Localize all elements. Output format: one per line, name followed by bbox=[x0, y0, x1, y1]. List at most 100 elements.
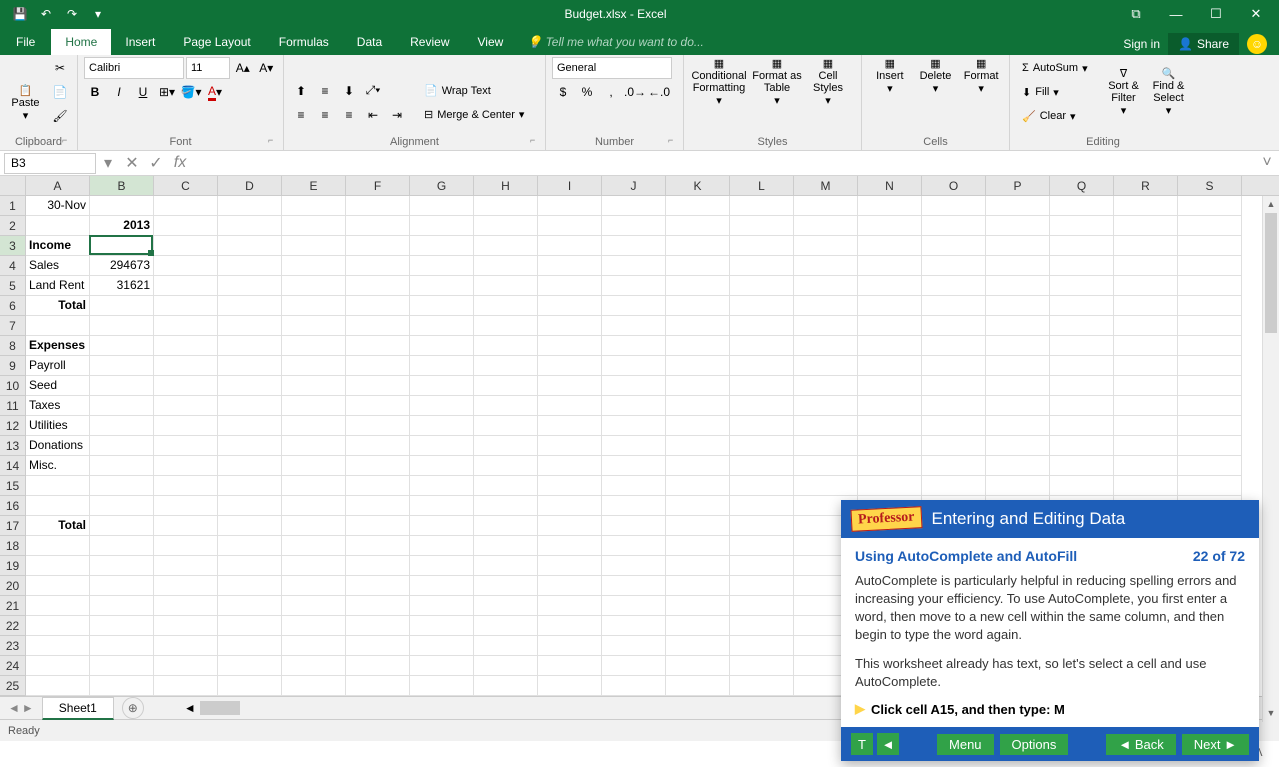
cell-K2[interactable] bbox=[666, 216, 730, 236]
cell-G18[interactable] bbox=[410, 536, 474, 556]
cell-E10[interactable] bbox=[282, 376, 346, 396]
cell-A10[interactable]: Seed bbox=[26, 376, 90, 396]
cell-B21[interactable] bbox=[90, 596, 154, 616]
cell-H19[interactable] bbox=[474, 556, 538, 576]
scroll-up-button[interactable]: ▲ bbox=[1263, 196, 1279, 213]
cell-P14[interactable] bbox=[986, 456, 1050, 476]
cell-E8[interactable] bbox=[282, 336, 346, 356]
cell-L15[interactable] bbox=[730, 476, 794, 496]
cell-A20[interactable] bbox=[26, 576, 90, 596]
cell-P2[interactable] bbox=[986, 216, 1050, 236]
cell-C6[interactable] bbox=[154, 296, 218, 316]
cell-E21[interactable] bbox=[282, 596, 346, 616]
cell-G15[interactable] bbox=[410, 476, 474, 496]
cell-D8[interactable] bbox=[218, 336, 282, 356]
cell-I4[interactable] bbox=[538, 256, 602, 276]
cell-B23[interactable] bbox=[90, 636, 154, 656]
save-button[interactable]: 💾 bbox=[8, 2, 32, 26]
cell-K3[interactable] bbox=[666, 236, 730, 256]
vertical-scrollbar[interactable]: ▲ ▼ bbox=[1262, 196, 1279, 722]
cell-R1[interactable] bbox=[1114, 196, 1178, 216]
cell-G19[interactable] bbox=[410, 556, 474, 576]
insert-cells-button[interactable]: ▦Insert ▾ bbox=[868, 57, 912, 95]
cell-C11[interactable] bbox=[154, 396, 218, 416]
cell-G5[interactable] bbox=[410, 276, 474, 296]
italic-button[interactable]: I bbox=[108, 81, 130, 103]
cell-I17[interactable] bbox=[538, 516, 602, 536]
cell-A14[interactable]: Misc. bbox=[26, 456, 90, 476]
cell-E24[interactable] bbox=[282, 656, 346, 676]
cell-F11[interactable] bbox=[346, 396, 410, 416]
cell-R14[interactable] bbox=[1114, 456, 1178, 476]
cell-H15[interactable] bbox=[474, 476, 538, 496]
clear-button[interactable]: 🧹 Clear ▾ bbox=[1016, 105, 1100, 127]
cell-F15[interactable] bbox=[346, 476, 410, 496]
cell-E6[interactable] bbox=[282, 296, 346, 316]
cell-N7[interactable] bbox=[858, 316, 922, 336]
cell-H13[interactable] bbox=[474, 436, 538, 456]
cell-E25[interactable] bbox=[282, 676, 346, 696]
cell-M7[interactable] bbox=[794, 316, 858, 336]
sheet-tab-sheet1[interactable]: Sheet1 bbox=[42, 697, 114, 720]
cell-D16[interactable] bbox=[218, 496, 282, 516]
cell-E22[interactable] bbox=[282, 616, 346, 636]
col-header-G[interactable]: G bbox=[410, 176, 474, 195]
cell-I6[interactable] bbox=[538, 296, 602, 316]
cell-I10[interactable] bbox=[538, 376, 602, 396]
cell-J16[interactable] bbox=[602, 496, 666, 516]
ribbon-options-button[interactable]: ⧉ bbox=[1117, 0, 1155, 28]
cell-E1[interactable] bbox=[282, 196, 346, 216]
cell-D10[interactable] bbox=[218, 376, 282, 396]
format-as-table-button[interactable]: ▦Format as Table ▾ bbox=[750, 57, 804, 107]
cell-A23[interactable] bbox=[26, 636, 90, 656]
cell-R11[interactable] bbox=[1114, 396, 1178, 416]
conditional-formatting-button[interactable]: ▦Conditional Formatting ▾ bbox=[690, 57, 748, 107]
cell-A15[interactable] bbox=[26, 476, 90, 496]
tab-insert[interactable]: Insert bbox=[111, 29, 169, 55]
cell-H5[interactable] bbox=[474, 276, 538, 296]
cell-L4[interactable] bbox=[730, 256, 794, 276]
cell-J23[interactable] bbox=[602, 636, 666, 656]
alignment-dialog-launcher[interactable]: ⌐ bbox=[530, 135, 542, 147]
cell-K7[interactable] bbox=[666, 316, 730, 336]
cell-H3[interactable] bbox=[474, 236, 538, 256]
cell-C18[interactable] bbox=[154, 536, 218, 556]
cell-P9[interactable] bbox=[986, 356, 1050, 376]
cell-N8[interactable] bbox=[858, 336, 922, 356]
cell-A25[interactable] bbox=[26, 676, 90, 696]
cell-O8[interactable] bbox=[922, 336, 986, 356]
cell-F4[interactable] bbox=[346, 256, 410, 276]
cell-S7[interactable] bbox=[1178, 316, 1242, 336]
cell-J4[interactable] bbox=[602, 256, 666, 276]
col-header-D[interactable]: D bbox=[218, 176, 282, 195]
cell-J6[interactable] bbox=[602, 296, 666, 316]
cell-F25[interactable] bbox=[346, 676, 410, 696]
col-header-M[interactable]: M bbox=[794, 176, 858, 195]
cell-S5[interactable] bbox=[1178, 276, 1242, 296]
cell-N2[interactable] bbox=[858, 216, 922, 236]
enter-icon[interactable]: ✓ bbox=[144, 151, 168, 175]
cell-H18[interactable] bbox=[474, 536, 538, 556]
row-header-25[interactable]: 25 bbox=[0, 676, 26, 696]
cell-K23[interactable] bbox=[666, 636, 730, 656]
cell-A4[interactable]: Sales bbox=[26, 256, 90, 276]
cell-E7[interactable] bbox=[282, 316, 346, 336]
cell-G10[interactable] bbox=[410, 376, 474, 396]
cell-K21[interactable] bbox=[666, 596, 730, 616]
cell-N10[interactable] bbox=[858, 376, 922, 396]
col-header-N[interactable]: N bbox=[858, 176, 922, 195]
select-all-corner[interactable] bbox=[0, 176, 26, 195]
cell-J8[interactable] bbox=[602, 336, 666, 356]
decrease-decimal-button[interactable]: ←.0 bbox=[648, 81, 670, 103]
cell-S9[interactable] bbox=[1178, 356, 1242, 376]
cell-K24[interactable] bbox=[666, 656, 730, 676]
number-format-combo[interactable] bbox=[552, 57, 672, 79]
col-header-A[interactable]: A bbox=[26, 176, 90, 195]
cell-K9[interactable] bbox=[666, 356, 730, 376]
cell-H8[interactable] bbox=[474, 336, 538, 356]
cell-J21[interactable] bbox=[602, 596, 666, 616]
cell-L8[interactable] bbox=[730, 336, 794, 356]
cell-F14[interactable] bbox=[346, 456, 410, 476]
cell-H4[interactable] bbox=[474, 256, 538, 276]
cell-J25[interactable] bbox=[602, 676, 666, 696]
